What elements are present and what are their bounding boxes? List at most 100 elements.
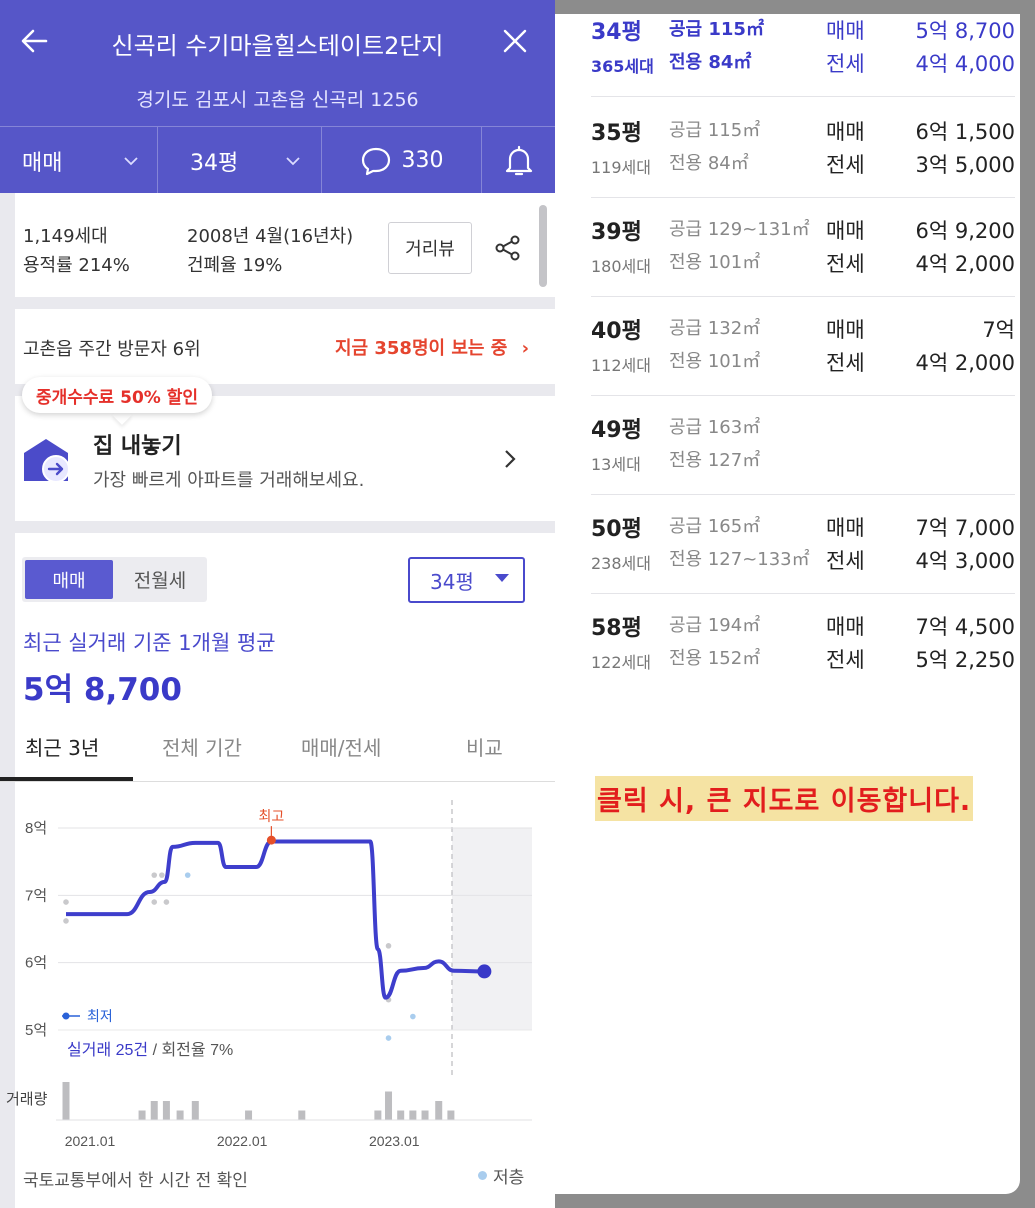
rent-type-label: 전세 xyxy=(826,153,865,177)
back-arrow-icon[interactable] xyxy=(18,24,52,58)
size-pyeong: 40평 xyxy=(591,319,642,344)
supply-area: 공급 163㎡ xyxy=(669,417,761,438)
x-tick-label: 2022.01 xyxy=(217,1133,268,1149)
sell-price: 7억 7,000 xyxy=(915,516,1015,540)
rent-price: 5억 2,250 xyxy=(915,648,1015,672)
exclusive-area: 전용 127㎡ xyxy=(669,450,761,471)
low-floor-point xyxy=(184,872,191,878)
size-row[interactable]: 35평 119세대 공급 115㎡ 전용 84㎡ 매매 전세 6억 1,500 3억 5,00… xyxy=(591,99,1015,198)
size-row[interactable]: 58평 122세대 공급 194㎡ 전용 152㎡ 매매 전세 7억 4,500 5억 2,2… xyxy=(591,594,1015,693)
rent-price: 3억 5,000 xyxy=(915,153,1015,177)
sell-price: 6억 1,500 xyxy=(915,120,1015,144)
supply-area: 공급 115㎡ xyxy=(669,120,761,141)
x-tick-label: 2023.01 xyxy=(369,1133,420,1149)
rent-type-label: 전세 xyxy=(826,252,865,276)
tab-all-period[interactable]: 전체 기간 xyxy=(162,732,242,761)
volume-bar xyxy=(245,1110,253,1120)
y-tick-label: 7억 xyxy=(25,887,47,904)
size-units: 365세대 xyxy=(591,57,654,76)
rent-type-label: 전세 xyxy=(826,351,865,375)
tab-compare[interactable]: 비교 xyxy=(466,732,503,761)
average-price-value: 5억 8,700 xyxy=(23,672,182,708)
volume-bar xyxy=(409,1110,417,1120)
supply-area: 공급 132㎡ xyxy=(669,318,761,339)
volume-bar xyxy=(191,1101,199,1120)
exclusive-area: 전용 152㎡ xyxy=(669,648,761,669)
min-legend-dot xyxy=(62,1012,70,1020)
chevron-right-icon xyxy=(505,450,516,468)
exclusive-area: 전용 127~133㎡ xyxy=(669,549,810,570)
notification-button[interactable] xyxy=(482,127,555,194)
volume-bar xyxy=(176,1110,184,1120)
bell-icon xyxy=(505,145,532,175)
exclusive-area: 전용 84㎡ xyxy=(669,153,749,174)
volume-bar xyxy=(397,1110,405,1120)
sell-type-label: 매매 xyxy=(826,219,865,243)
deal-point xyxy=(63,899,69,905)
size-row[interactable]: 49평 13세대 공급 163㎡ 전용 127㎡ xyxy=(591,396,1015,495)
volume-bar xyxy=(138,1110,146,1120)
built-date: 2008년 4월(16년차) xyxy=(187,226,354,247)
visitor-info-row[interactable]: 고촌읍 주간 방문자 6위 지금 358명이 보는 중 › xyxy=(0,309,555,384)
complex-header: 신곡리 수기마을힐스테이트2단지 경기도 김포시 고촌읍 신곡리 1256 매매… xyxy=(0,0,555,194)
rent-price: 4억 2,000 xyxy=(915,351,1015,375)
close-icon[interactable] xyxy=(498,24,532,58)
data-source-note: 국토교통부에서 한 시간 전 확인 xyxy=(23,1171,248,1191)
deal-point xyxy=(163,899,170,905)
size-dropdown[interactable]: 34평 xyxy=(158,127,322,194)
size-pyeong: 50평 xyxy=(591,517,642,542)
comments-button[interactable]: 330 xyxy=(322,127,482,194)
trade-segment-control: 매매 전월세 xyxy=(22,557,207,602)
volume-bar xyxy=(62,1082,70,1120)
trade-type-dropdown[interactable]: 매매 xyxy=(0,127,158,194)
building-coverage: 건폐율 19% xyxy=(187,255,283,276)
size-row[interactable]: 40평 112세대 공급 132㎡ 전용 101㎡ 매매 전세 7억 4억 2,000 xyxy=(591,297,1015,396)
complex-address: 경기도 김포시 고촌읍 신곡리 1256 xyxy=(136,89,419,111)
size-row[interactable]: 34평 365세대 공급 115㎡ 전용 84㎡ 매매 전세 5억 8,700 4억 4,00… xyxy=(591,14,1015,97)
volume-bar xyxy=(298,1110,306,1120)
tab-recent-3y[interactable]: 최근 3년 xyxy=(25,732,99,761)
caret-down-icon xyxy=(495,574,509,582)
sell-home-card[interactable] xyxy=(0,396,555,521)
price-chart[interactable]: 8억 7억 6억 5억 최고최저실거래 25건 / 회전율 7% 거래량 2021.01 20… xyxy=(0,790,555,1160)
sell-type-label: 매매 xyxy=(826,120,865,144)
legend-low-dot xyxy=(478,1171,487,1180)
size-units: 119세대 xyxy=(591,158,651,177)
sell-type-label: 매매 xyxy=(826,516,865,540)
deal-point xyxy=(385,943,392,949)
size-pyeong: 58평 xyxy=(591,616,642,641)
low-floor-point xyxy=(385,1035,392,1041)
segment-sell-button[interactable]: 매매 xyxy=(25,560,113,599)
street-view-button[interactable]: 거리뷰 xyxy=(388,222,472,274)
size-pyeong: 34평 xyxy=(591,20,642,45)
rent-price: 4억 2,000 xyxy=(915,252,1015,276)
min-label: 최저 xyxy=(87,1008,113,1024)
average-price-label: 최근 실거래 기준 1개월 평균 xyxy=(23,631,276,655)
size-row[interactable]: 50평 238세대 공급 165㎡ 전용 127~133㎡ 매매 전세 7억 7,000 4억… xyxy=(591,495,1015,594)
supply-area: 공급 194㎡ xyxy=(669,615,761,636)
scrollbar-thumb[interactable] xyxy=(539,205,547,287)
rent-price: 4억 4,000 xyxy=(915,52,1015,76)
chart-size-select[interactable]: 34평 xyxy=(408,557,525,603)
households: 1,149세대 xyxy=(23,226,108,247)
share-icon[interactable] xyxy=(493,233,523,263)
legend-low-floor: 저층 xyxy=(478,1163,524,1188)
turnover-rate: / 회전율 7% xyxy=(148,1041,233,1059)
chevron-down-icon xyxy=(286,156,300,165)
max-point xyxy=(266,835,276,845)
weekly-visitor-rank: 고촌읍 주간 방문자 6위 xyxy=(23,339,201,360)
now-viewing-link[interactable]: 지금 358명이 보는 중 › xyxy=(335,334,529,360)
volume-bar xyxy=(162,1101,170,1120)
size-pyeong: 49평 xyxy=(591,418,642,443)
low-floor-point xyxy=(410,1013,416,1020)
segment-rent-button[interactable]: 전월세 xyxy=(116,560,204,599)
section-divider xyxy=(0,297,555,309)
deal-point xyxy=(63,918,69,924)
size-row[interactable]: 39평 180세대 공급 129~131㎡ 전용 101㎡ 매매 전세 6억 9,200 4억… xyxy=(591,198,1015,297)
house-sell-icon xyxy=(24,439,70,483)
sell-type-label: 매매 xyxy=(826,615,865,639)
max-label: 최고 xyxy=(258,808,284,824)
floor-area-ratio: 용적률 214% xyxy=(23,255,130,276)
rent-type-label: 전세 xyxy=(826,648,865,672)
tab-sell-rent[interactable]: 매매/전세 xyxy=(301,732,381,761)
